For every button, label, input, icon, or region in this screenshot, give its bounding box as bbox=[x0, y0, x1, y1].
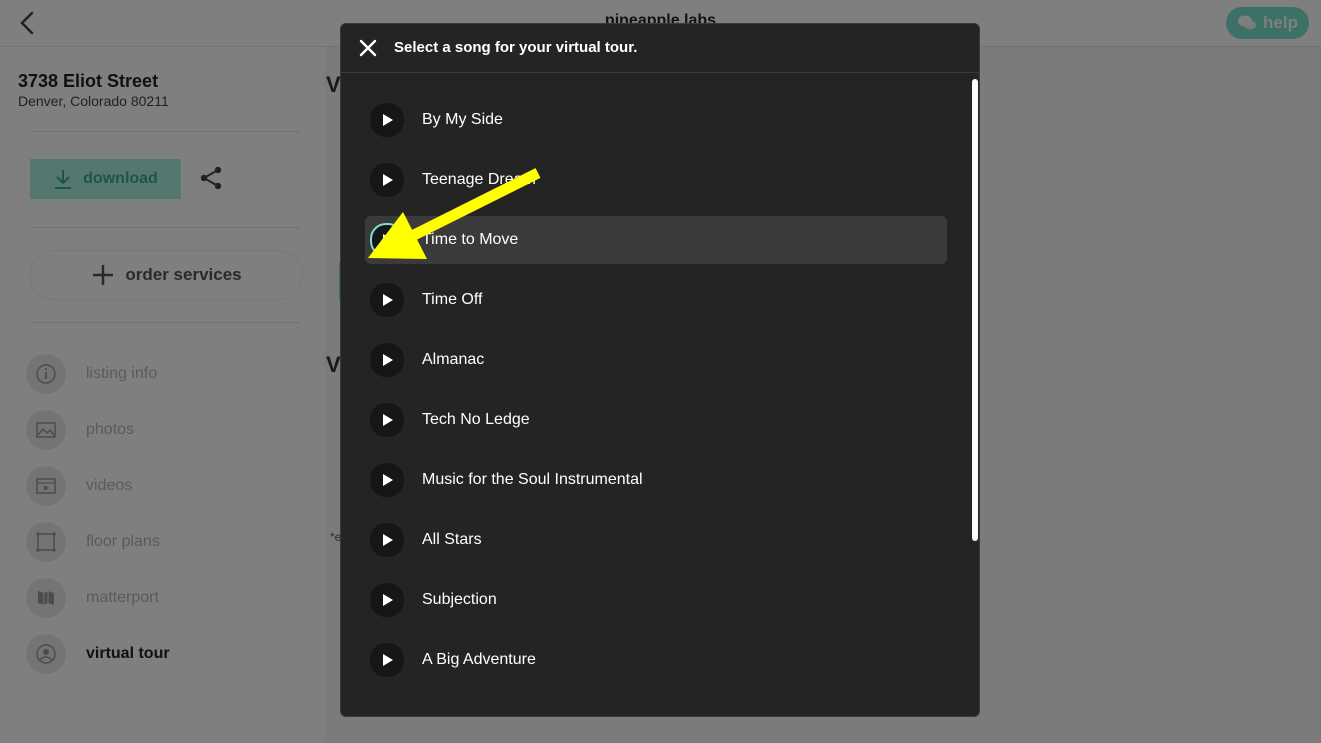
annotation-arrow-icon bbox=[368, 168, 541, 259]
song-title: Almanac bbox=[422, 351, 485, 368]
song-picker-modal: Select a song for your virtual tour. By … bbox=[340, 23, 980, 717]
play-icon bbox=[383, 354, 393, 366]
play-button[interactable] bbox=[370, 643, 404, 677]
play-button[interactable] bbox=[370, 523, 404, 557]
song-item[interactable]: By My Side bbox=[365, 96, 947, 144]
play-icon bbox=[383, 114, 393, 126]
modal-scrollbar[interactable] bbox=[972, 79, 978, 541]
play-icon bbox=[383, 534, 393, 546]
play-icon bbox=[383, 474, 393, 486]
play-button[interactable] bbox=[370, 283, 404, 317]
song-title: Tech No Ledge bbox=[422, 411, 530, 428]
song-title: Subjection bbox=[422, 591, 497, 608]
play-button[interactable] bbox=[370, 583, 404, 617]
close-icon[interactable] bbox=[358, 38, 378, 58]
song-title: Music for the Soul Instrumental bbox=[422, 471, 643, 488]
modal-title: Select a song for your virtual tour. bbox=[394, 39, 638, 56]
play-button[interactable] bbox=[370, 463, 404, 497]
song-title: A Big Adventure bbox=[422, 651, 536, 668]
song-item[interactable]: A Big Adventure bbox=[365, 636, 947, 684]
song-item[interactable]: Tech No Ledge bbox=[365, 396, 947, 444]
play-button[interactable] bbox=[370, 343, 404, 377]
song-item[interactable]: Music for the Soul Instrumental bbox=[365, 456, 947, 504]
play-icon bbox=[383, 294, 393, 306]
song-title: All Stars bbox=[422, 531, 482, 548]
play-icon bbox=[383, 414, 393, 426]
modal-header: Select a song for your virtual tour. bbox=[341, 24, 979, 73]
play-icon bbox=[383, 594, 393, 606]
play-button[interactable] bbox=[370, 403, 404, 437]
song-item[interactable]: Almanac bbox=[365, 336, 947, 384]
song-title: By My Side bbox=[422, 111, 503, 128]
song-item[interactable]: All Stars bbox=[365, 516, 947, 564]
play-button[interactable] bbox=[370, 103, 404, 137]
song-item[interactable]: Time Off bbox=[365, 276, 947, 324]
play-icon bbox=[383, 654, 393, 666]
song-item[interactable]: Subjection bbox=[365, 576, 947, 624]
song-title: Time Off bbox=[422, 291, 483, 308]
